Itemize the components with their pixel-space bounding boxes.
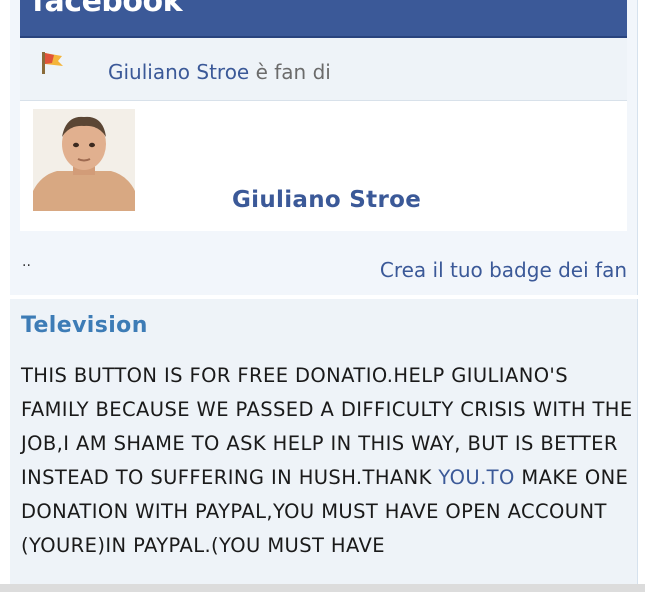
facebook-logo[interactable]: facebook (32, 0, 183, 19)
facebook-header-bar: facebook (20, 0, 627, 38)
info-title: Television (21, 313, 148, 338)
create-badge-link[interactable]: Crea il tuo badge dei fan (380, 258, 627, 282)
info-text-link[interactable]: YOU.TO (438, 466, 514, 489)
fan-row: Giuliano Stroe è fan di (20, 38, 627, 101)
avatar[interactable] (33, 109, 135, 211)
fan-statement: Giuliano Stroe è fan di (108, 60, 331, 84)
badge-footer: .. Crea il tuo badge dei fan (20, 232, 635, 294)
profile-card: Giuliano Stroe (20, 101, 627, 231)
profile-name-link[interactable]: Giuliano Stroe (232, 187, 421, 213)
fan-suffix: è fan di (255, 60, 331, 84)
info-box: Television THIS BUTTON IS FOR FREE DONAT… (10, 299, 638, 584)
bottom-rule (0, 584, 645, 592)
info-text: THIS BUTTON IS FOR FREE DONATIO.HELP GIU… (21, 359, 633, 563)
flag-icon (42, 52, 63, 74)
footer-dots: .. (22, 254, 31, 270)
fan-name[interactable]: Giuliano Stroe (108, 60, 249, 84)
